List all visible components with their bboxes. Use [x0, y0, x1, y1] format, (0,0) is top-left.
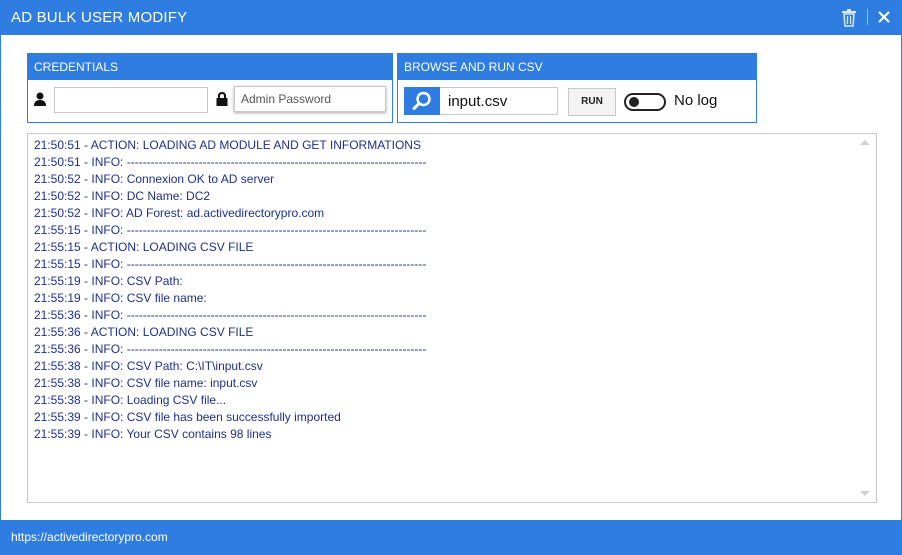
- log-line: 21:50:52 - INFO: Connexion OK to AD serv…: [34, 172, 275, 186]
- log-line: 21:55:19 - INFO: CSV Path:: [34, 274, 183, 288]
- scroll-down-arrow[interactable]: [860, 491, 870, 496]
- log-line: 21:55:38 - INFO: CSV file name: input.cs…: [34, 376, 258, 390]
- close-icon[interactable]: [877, 9, 891, 25]
- username-field[interactable]: [54, 87, 208, 113]
- log-line: 21:55:15 - INFO: -----------------------…: [34, 257, 427, 271]
- log-output[interactable]: 21:50:51 - ACTION: LOADING AD MODULE AND…: [27, 133, 877, 503]
- log-line: 21:50:51 - ACTION: LOADING AD MODULE AND…: [34, 138, 421, 152]
- log-line: 21:55:19 - INFO: CSV file name:: [34, 291, 207, 305]
- user-icon: [34, 92, 46, 106]
- log-line: 21:55:39 - INFO: Your CSV contains 98 li…: [34, 427, 272, 441]
- log-line: 21:55:38 - INFO: Loading CSV file...: [34, 393, 227, 407]
- browse-header: BROWSE AND RUN CSV: [398, 54, 756, 80]
- website-link[interactable]: https://activedirectorypro.com: [11, 530, 168, 544]
- title-bar: AD BULK USER MODIFY: [1, 1, 901, 35]
- password-field[interactable]: [234, 86, 386, 112]
- trash-icon[interactable]: [841, 9, 857, 27]
- browse-button[interactable]: [404, 87, 440, 115]
- search-icon: [412, 91, 431, 110]
- credentials-panel: CREDENTIALS: [27, 53, 393, 123]
- browse-run-panel: BROWSE AND RUN CSV input.csv RUN No log: [397, 53, 757, 123]
- log-line: 21:55:36 - INFO: -----------------------…: [34, 342, 427, 356]
- lock-icon: [216, 92, 228, 106]
- log-line: 21:55:36 - INFO: -----------------------…: [34, 308, 427, 322]
- scroll-up-arrow[interactable]: [860, 140, 870, 145]
- status-bar: https://activedirectorypro.com: [1, 520, 901, 554]
- app-window: AD BULK USER MODIFY CREDENTIALS BROWSE A…: [0, 0, 902, 555]
- log-line: 21:55:15 - INFO: -----------------------…: [34, 223, 427, 237]
- no-log-toggle[interactable]: [624, 93, 666, 111]
- title-separator: [867, 9, 868, 25]
- log-line: 21:55:36 - ACTION: LOADING CSV FILE: [34, 325, 254, 339]
- run-button[interactable]: RUN: [568, 88, 616, 116]
- credentials-header: CREDENTIALS: [28, 54, 392, 80]
- log-lines: 21:50:51 - ACTION: LOADING AD MODULE AND…: [34, 137, 426, 443]
- log-line: 21:50:52 - INFO: AD Forest: ad.activedir…: [34, 206, 325, 220]
- toggle-knob: [629, 97, 639, 107]
- log-line: 21:50:52 - INFO: DC Name: DC2: [34, 189, 211, 203]
- window-title: AD BULK USER MODIFY: [11, 9, 188, 26]
- csv-file-field[interactable]: input.csv: [440, 87, 558, 115]
- log-line: 21:55:15 - ACTION: LOADING CSV FILE: [34, 240, 254, 254]
- log-line: 21:55:38 - INFO: CSV Path: C:\IT\input.c…: [34, 359, 263, 373]
- no-log-label: No log: [674, 92, 718, 109]
- log-line: 21:55:39 - INFO: CSV file has been succe…: [34, 410, 341, 424]
- log-line: 21:50:51 - INFO: -----------------------…: [34, 155, 427, 169]
